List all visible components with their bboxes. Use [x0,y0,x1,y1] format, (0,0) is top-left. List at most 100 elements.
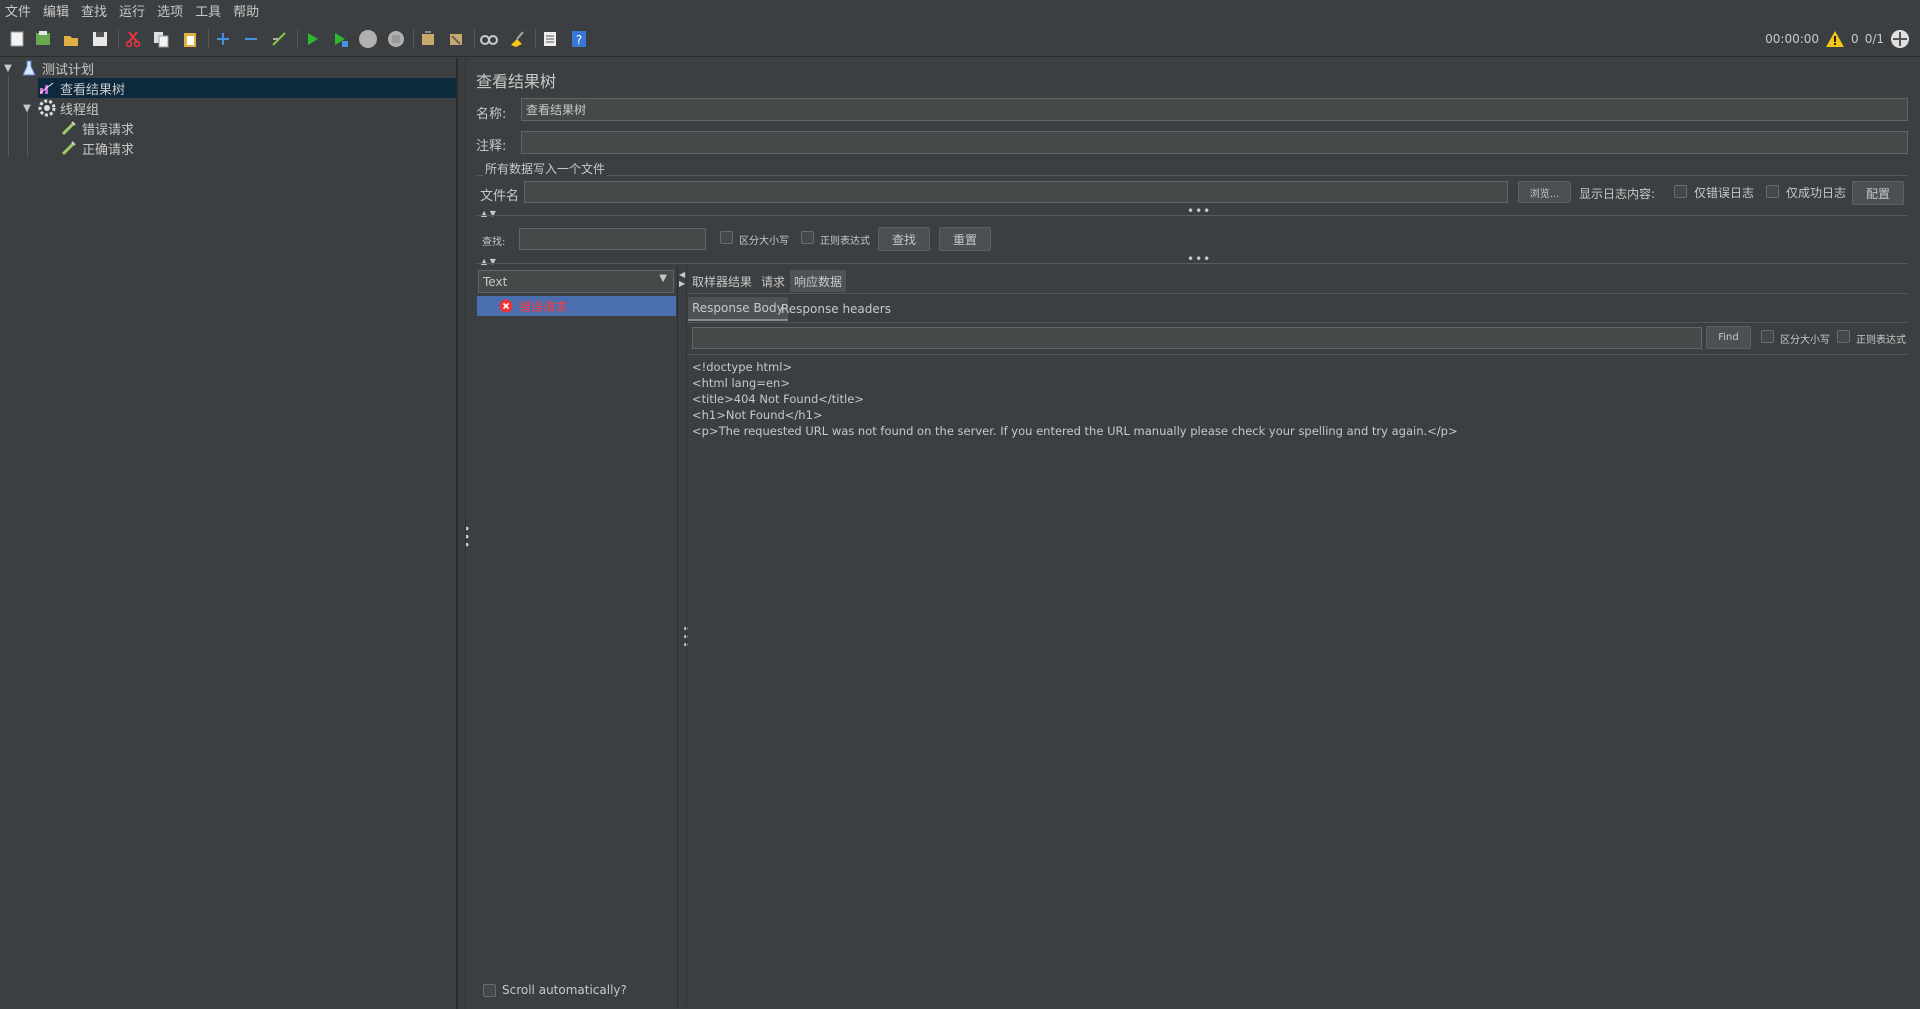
body-line: <html lang=en> [692,376,790,390]
remote-clear-icon[interactable] [444,27,468,51]
active-threads: 0/1 [1864,32,1884,46]
start-icon[interactable] [300,27,324,51]
divider [686,266,687,1006]
tree-item-thread-group[interactable]: ▼ 线程组 [20,98,456,118]
tab-request[interactable]: 请求 [757,270,789,292]
splitter[interactable] [457,58,458,1009]
log-content-label: 显示日志内容: [1579,187,1656,201]
help-icon[interactable]: ? [567,27,591,51]
result-item-error[interactable]: 错误请求 [477,296,676,316]
globe-icon [1891,30,1909,48]
test-plan-tree: ▼ 测试计划 查看结果树 ▼ 线程组 错误请求 正确请求 [0,58,457,1009]
regex-label: 正则表达式 [820,236,870,247]
templates-icon[interactable] [31,27,55,51]
divider [465,58,466,1009]
renderer-value: Text [483,274,508,289]
comment-field[interactable] [521,131,1908,154]
chevron-down-icon[interactable]: ▼ [0,63,16,74]
result-item-label: 错误请求 [519,299,568,314]
filename-label: 文件名 [480,189,520,204]
paste-icon[interactable] [178,27,202,51]
tree-item-label: 线程组 [60,102,100,118]
tree-item-label: 查看结果树 [60,82,126,98]
search-icon[interactable] [477,27,501,51]
tree-item-view-results-tree[interactable]: 查看结果树 [38,78,456,98]
scroll-auto-checkbox[interactable] [483,984,496,997]
collapse-icon[interactable] [239,27,263,51]
stop-icon[interactable] [356,27,380,51]
splitter-handle[interactable]: ••• [1187,204,1211,218]
regex-checkbox[interactable] [801,231,814,244]
copy-icon[interactable] [149,27,173,51]
elapsed-timer: 00:00:00 [1765,32,1820,46]
name-value: 查看结果树 [526,103,587,117]
expand-icon[interactable] [211,27,235,51]
function-helper-icon[interactable] [538,27,562,51]
sampler-icon [60,119,78,137]
splitter-handle[interactable]: ••• [1187,252,1211,266]
case-sensitive-checkbox[interactable] [720,231,733,244]
split-arrows-icon[interactable]: ◀ ▶ [679,270,685,288]
menu-tools[interactable]: 工具 [190,1,228,20]
comment-label: 注释: [476,139,507,154]
name-label: 名称: [476,107,507,122]
search-input[interactable] [519,228,706,250]
tree-item-correct-request[interactable]: 正确请求 [60,138,456,158]
body-regex-checkbox[interactable] [1837,330,1850,343]
search-label: 查找: [482,237,506,248]
svg-text:?: ? [576,33,582,47]
browse-button[interactable]: 浏览... [1518,181,1571,203]
new-icon[interactable] [5,27,29,51]
find-button[interactable]: 查找 [878,227,930,251]
tab-border [687,293,1908,294]
start-no-pause-icon[interactable] [328,27,352,51]
cut-icon[interactable] [121,27,145,51]
subtab-response-headers[interactable]: Response headers [777,297,895,321]
menu-file[interactable]: 文件 [0,1,38,20]
listener-icon [38,79,56,97]
body-find-button[interactable]: Find [1706,326,1751,349]
tab-response-data[interactable]: 响应数据 [790,270,847,292]
chevron-down-icon[interactable]: ▼ [20,103,34,114]
save-icon[interactable] [88,27,112,51]
errors-only-checkbox[interactable] [1674,185,1687,198]
body-regex-label: 正则表达式 [1856,335,1906,346]
body-case-label: 区分大小写 [1780,335,1830,346]
body-find-input[interactable] [692,327,1702,349]
open-icon[interactable] [59,27,83,51]
remote-start-icon[interactable] [416,27,440,51]
split-arrows-icon[interactable]: ▲ ▼ [481,257,496,266]
success-only-checkbox[interactable] [1766,185,1779,198]
tab-sampler-result[interactable]: 取样器结果 [688,270,756,292]
page-title: 查看结果树 [476,72,557,91]
test-plan-icon [20,59,38,77]
clear-all-icon[interactable] [505,27,529,51]
body-line: <!doctype html> [692,360,793,374]
chevron-down-icon: ▼ [659,273,667,284]
name-field[interactable]: 查看结果树 [521,98,1908,121]
menu-edit[interactable]: 编辑 [38,1,76,20]
splitter-handle[interactable]: ••• [459,525,473,549]
toggle-icon[interactable] [267,27,291,51]
error-icon [499,299,513,313]
body-line: <title>404 Not Found</title> [692,392,864,406]
body-case-checkbox[interactable] [1761,330,1774,343]
gear-icon [38,99,56,117]
menu-run[interactable]: 运行 [114,1,152,20]
shutdown-icon[interactable] [384,27,408,51]
errors-only-label: 仅错误日志 [1694,186,1755,200]
reset-button[interactable]: 重置 [939,227,991,251]
splitter-handle[interactable]: ••• [678,625,692,649]
menu-search[interactable]: 查找 [76,1,114,20]
split-arrows-icon[interactable]: ▲ ▼ [481,209,496,218]
warning-icon[interactable] [1825,30,1845,48]
tree-item-test-plan[interactable]: ▼ 测试计划 [0,58,456,78]
menu-options[interactable]: 选项 [152,1,190,20]
subtab-response-body[interactable]: Response Body [688,297,788,321]
filename-field[interactable] [524,181,1508,203]
tree-item-error-request[interactable]: 错误请求 [60,118,456,138]
configure-button[interactable]: 配置 [1852,181,1904,205]
fieldset-border [477,175,1908,176]
menu-help[interactable]: 帮助 [228,1,266,20]
renderer-select[interactable]: Text ▼ [478,270,674,293]
